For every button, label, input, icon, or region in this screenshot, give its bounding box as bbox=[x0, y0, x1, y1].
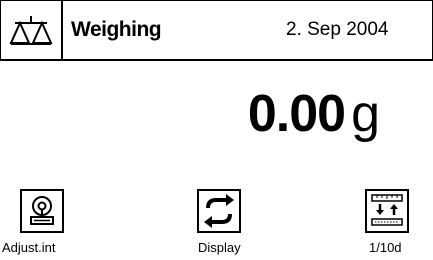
header-bar: Weighing 2. Sep 2004 bbox=[0, 0, 433, 61]
balance-scale-icon bbox=[9, 16, 53, 45]
weight-unit: g bbox=[351, 85, 380, 143]
terminal-screen: Weighing 2. Sep 2004 0.00 g Adjust.int D… bbox=[0, 0, 433, 260]
display-button[interactable] bbox=[197, 189, 241, 233]
date-display: 2. Sep 2004 bbox=[286, 19, 389, 40]
page-title: Weighing bbox=[71, 18, 162, 41]
weight-readout: 0.00 g bbox=[248, 84, 380, 144]
tenth-digit-button[interactable] bbox=[365, 189, 409, 233]
weight-value: 0.00 bbox=[247, 85, 346, 143]
refresh-display-icon bbox=[204, 194, 234, 228]
application-icon-box[interactable] bbox=[1, 1, 63, 59]
tenth-digit-icon bbox=[371, 194, 403, 226]
display-label: Display bbox=[198, 240, 241, 255]
adjust-int-button[interactable] bbox=[20, 189, 64, 233]
internal-adjustment-icon bbox=[30, 196, 54, 225]
tenth-digit-label: 1/10d bbox=[369, 240, 402, 255]
adjust-int-label: Adjust.int bbox=[2, 240, 56, 255]
